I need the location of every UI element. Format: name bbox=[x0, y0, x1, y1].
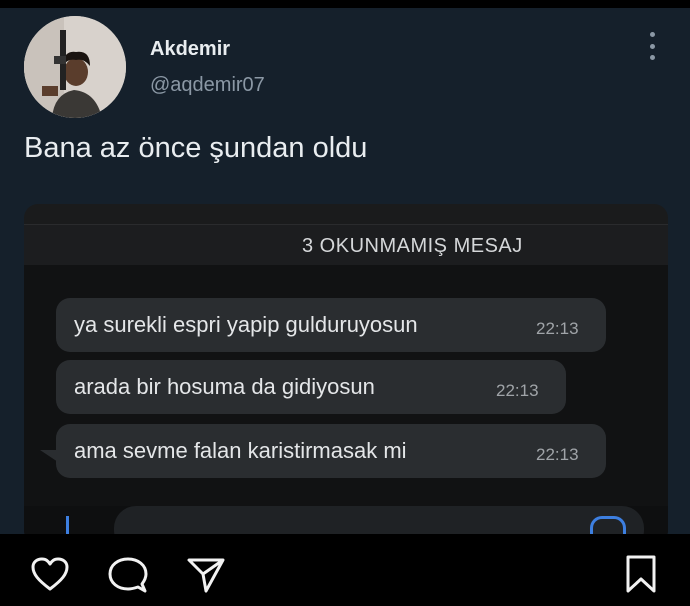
message-text: ama sevme falan karistirmasak mi bbox=[74, 438, 407, 463]
message-text: ya surekli espri yapip gulduruyosun bbox=[74, 312, 418, 337]
bubble-tail bbox=[40, 450, 58, 462]
author-name[interactable]: Akdemir bbox=[150, 38, 230, 61]
message-text: arada bir hosuma da gidiyosun bbox=[74, 374, 375, 399]
more-vertical-icon[interactable] bbox=[640, 32, 664, 60]
author-handle[interactable]: @aqdemir07 bbox=[150, 74, 265, 97]
message-time: 22:13 bbox=[536, 445, 579, 464]
message-bubble: arada bir hosuma da gidiyosun 22:13 bbox=[56, 360, 566, 414]
unread-divider: 3 OKUNMAMIŞ MESAJ bbox=[24, 224, 668, 265]
message-time: 22:13 bbox=[536, 319, 579, 338]
avatar[interactable] bbox=[24, 16, 126, 118]
message-input bbox=[114, 506, 644, 534]
bookmark-icon[interactable] bbox=[624, 554, 658, 594]
action-bar bbox=[0, 534, 690, 606]
tweet-text: Bana az önce şundan oldu bbox=[24, 132, 368, 164]
heart-icon[interactable] bbox=[30, 556, 70, 592]
message-bubble: ya surekli espri yapip gulduruyosun 22:1… bbox=[56, 298, 606, 352]
comment-icon[interactable] bbox=[108, 556, 148, 594]
message-time: 22:13 bbox=[496, 381, 539, 400]
composer-cursor bbox=[66, 516, 69, 534]
tweet-card: Akdemir @aqdemir07 Bana az önce şundan o… bbox=[0, 8, 690, 534]
message-bubble: ama sevme falan karistirmasak mi 22:13 bbox=[56, 424, 606, 478]
send-button bbox=[590, 516, 626, 534]
unread-label: 3 OKUNMAMIŞ MESAJ bbox=[302, 235, 523, 257]
send-icon[interactable] bbox=[186, 556, 226, 594]
chat-screenshot: 3 OKUNMAMIŞ MESAJ ya surekli espri yapip… bbox=[24, 204, 668, 534]
